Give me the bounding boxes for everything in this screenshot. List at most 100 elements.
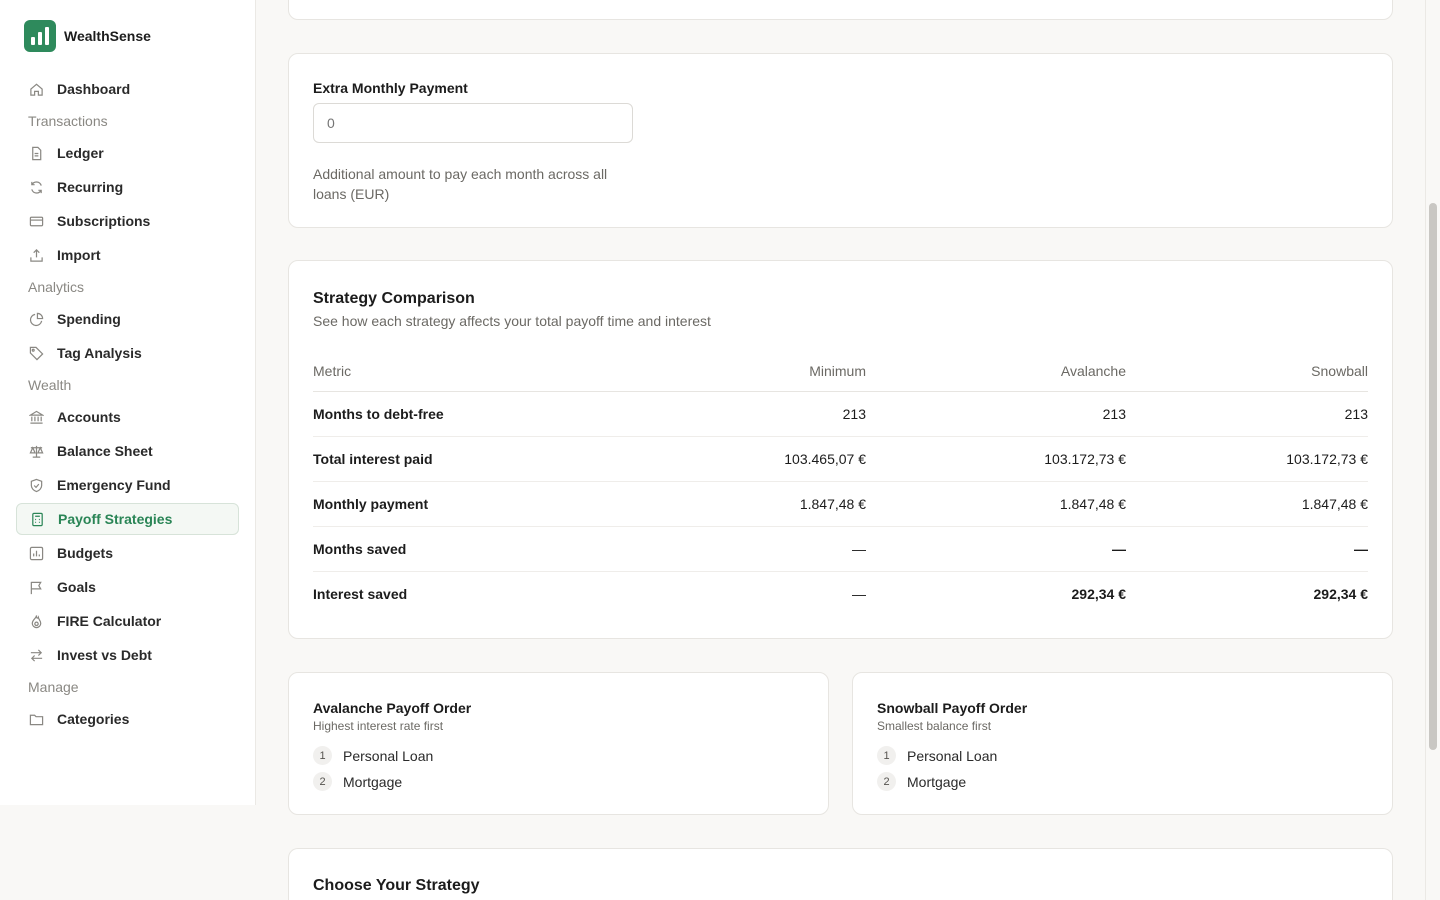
sidebar-item-import[interactable]: Import xyxy=(16,239,239,271)
sidebar: WealthSense Dashboard Transactions Ledge… xyxy=(0,0,256,805)
sidebar-item-label: Emergency Fund xyxy=(57,477,171,493)
sidebar-item-payoff-strategies[interactable]: Payoff Strategies xyxy=(16,503,239,535)
loan-name: Personal Loan xyxy=(907,747,998,764)
tag-icon xyxy=(28,345,44,361)
minimum-cell: 1.847,48 € xyxy=(613,481,866,527)
section-label-manage: Manage xyxy=(28,679,79,695)
minimum-cell: 103.465,07 € xyxy=(613,436,866,482)
shield-icon xyxy=(28,477,44,493)
sidebar-item-label: Accounts xyxy=(57,409,121,425)
sidebar-item-categories[interactable]: Categories xyxy=(16,703,239,735)
sidebar-item-fire-calculator[interactable]: FIRE Calculator xyxy=(16,605,239,637)
sidebar-item-label: Tag Analysis xyxy=(57,345,142,361)
sidebar-item-budgets[interactable]: Budgets xyxy=(16,537,239,569)
bank-icon xyxy=(28,409,44,425)
brand-logo-icon xyxy=(24,20,56,52)
sidebar-item-spending[interactable]: Spending xyxy=(16,303,239,335)
avalanche-order-title: Avalanche Payoff Order xyxy=(313,700,472,716)
loan-name: Mortgage xyxy=(343,773,403,790)
extra-payment-input[interactable] xyxy=(313,103,633,143)
sidebar-item-recurring[interactable]: Recurring xyxy=(16,171,239,203)
sidebar-item-label: Ledger xyxy=(57,145,104,161)
rank-badge: 2 xyxy=(313,772,332,791)
sidebar-item-invest-vs-debt[interactable]: Invest vs Debt xyxy=(16,639,239,671)
table-row: Months saved — — — xyxy=(313,526,1368,572)
previous-card xyxy=(288,0,1393,20)
table-row: Interest saved — 292,34 € 292,34 € xyxy=(313,571,1368,616)
rank-badge: 1 xyxy=(877,746,896,765)
flame-icon xyxy=(28,613,44,629)
metric-cell: Monthly payment xyxy=(313,481,613,527)
minimum-cell: — xyxy=(613,526,866,572)
upload-icon xyxy=(28,247,44,263)
list-item: 1 Personal Loan xyxy=(877,746,997,765)
avalanche-cell: 292,34 € xyxy=(1071,585,1127,602)
sidebar-item-dashboard[interactable]: Dashboard xyxy=(16,73,239,105)
sidebar-item-tag-analysis[interactable]: Tag Analysis xyxy=(16,337,239,369)
sidebar-item-label: Goals xyxy=(57,579,96,595)
sidebar-item-ledger[interactable]: Ledger xyxy=(16,137,239,169)
column-header-avalanche: Avalanche xyxy=(866,351,1126,392)
sidebar-item-label: Balance Sheet xyxy=(57,443,153,459)
comparison-title: Strategy Comparison xyxy=(313,290,475,307)
sidebar-item-balance-sheet[interactable]: Balance Sheet xyxy=(16,435,239,467)
sidebar-item-subscriptions[interactable]: Subscriptions xyxy=(16,205,239,237)
avalanche-cell: 213 xyxy=(866,391,1126,437)
rank-badge: 1 xyxy=(313,746,332,765)
comparison-subtitle: See how each strategy affects your total… xyxy=(313,313,711,329)
section-label-transactions: Transactions xyxy=(28,113,108,129)
table-header-row: Metric Minimum Avalanche Snowball xyxy=(313,351,1368,392)
scale-icon xyxy=(28,443,44,459)
brand-name: WealthSense xyxy=(64,28,151,44)
brand[interactable]: WealthSense xyxy=(24,20,151,52)
avalanche-cell: — xyxy=(866,526,1126,572)
snowball-order-card: Snowball Payoff Order Smallest balance f… xyxy=(852,672,1393,815)
sidebar-item-label: Import xyxy=(57,247,101,263)
sidebar-item-label: FIRE Calculator xyxy=(57,613,162,629)
section-label-analytics: Analytics xyxy=(28,279,85,295)
strategy-comparison-card: Strategy Comparison See how each strateg… xyxy=(288,260,1393,639)
sidebar-item-label: Categories xyxy=(57,711,130,727)
folder-icon xyxy=(28,711,44,727)
snowball-cell: 292,34 € xyxy=(1313,585,1369,602)
calculator-icon xyxy=(29,511,45,527)
sidebar-item-label: Spending xyxy=(57,311,121,327)
refresh-icon xyxy=(28,179,44,195)
snowball-cell: 103.172,73 € xyxy=(1126,436,1368,482)
list-item: 1 Personal Loan xyxy=(313,746,433,765)
snowball-cell: 1.847,48 € xyxy=(1126,481,1368,527)
snowball-order-title: Snowball Payoff Order xyxy=(877,700,1028,716)
sidebar-item-emergency-fund[interactable]: Emergency Fund xyxy=(16,469,239,501)
pie-chart-icon xyxy=(28,311,44,327)
extra-payment-label: Extra Monthly Payment xyxy=(313,80,468,96)
snowball-cell: — xyxy=(1126,526,1368,572)
file-icon xyxy=(28,145,44,161)
comparison-table: Metric Minimum Avalanche Snowball Months… xyxy=(313,351,1368,616)
column-header-minimum: Minimum xyxy=(613,351,866,392)
metric-cell: Months saved xyxy=(313,526,613,572)
avalanche-order-card: Avalanche Payoff Order Highest interest … xyxy=(288,672,829,815)
choose-strategy-card: Choose Your Strategy xyxy=(288,848,1393,900)
rank-badge: 2 xyxy=(877,772,896,791)
loan-name: Personal Loan xyxy=(343,747,434,764)
sidebar-item-label: Payoff Strategies xyxy=(58,511,173,527)
section-label-wealth: Wealth xyxy=(28,377,72,393)
avalanche-cell: 1.847,48 € xyxy=(866,481,1126,527)
table-row: Months to debt-free 213 213 213 xyxy=(313,391,1368,437)
sidebar-item-label: Recurring xyxy=(57,179,124,195)
credit-card-icon xyxy=(28,213,44,229)
column-header-snowball: Snowball xyxy=(1126,351,1368,392)
metric-cell: Months to debt-free xyxy=(313,391,613,437)
extra-payment-helper: Additional amount to pay each month acro… xyxy=(313,166,608,202)
sidebar-item-accounts[interactable]: Accounts xyxy=(16,401,239,433)
minimum-cell: — xyxy=(852,585,866,602)
home-icon xyxy=(28,81,44,97)
arrows-icon xyxy=(28,647,44,663)
list-item: 2 Mortgage xyxy=(313,772,402,791)
metric-cell: Total interest paid xyxy=(313,436,613,482)
metric-cell: Interest saved xyxy=(313,585,408,602)
table-row: Monthly payment 1.847,48 € 1.847,48 € 1.… xyxy=(313,481,1368,527)
table-row: Total interest paid 103.465,07 € 103.172… xyxy=(313,436,1368,482)
sidebar-item-goals[interactable]: Goals xyxy=(16,571,239,603)
scrollbar-thumb[interactable] xyxy=(1429,203,1437,750)
